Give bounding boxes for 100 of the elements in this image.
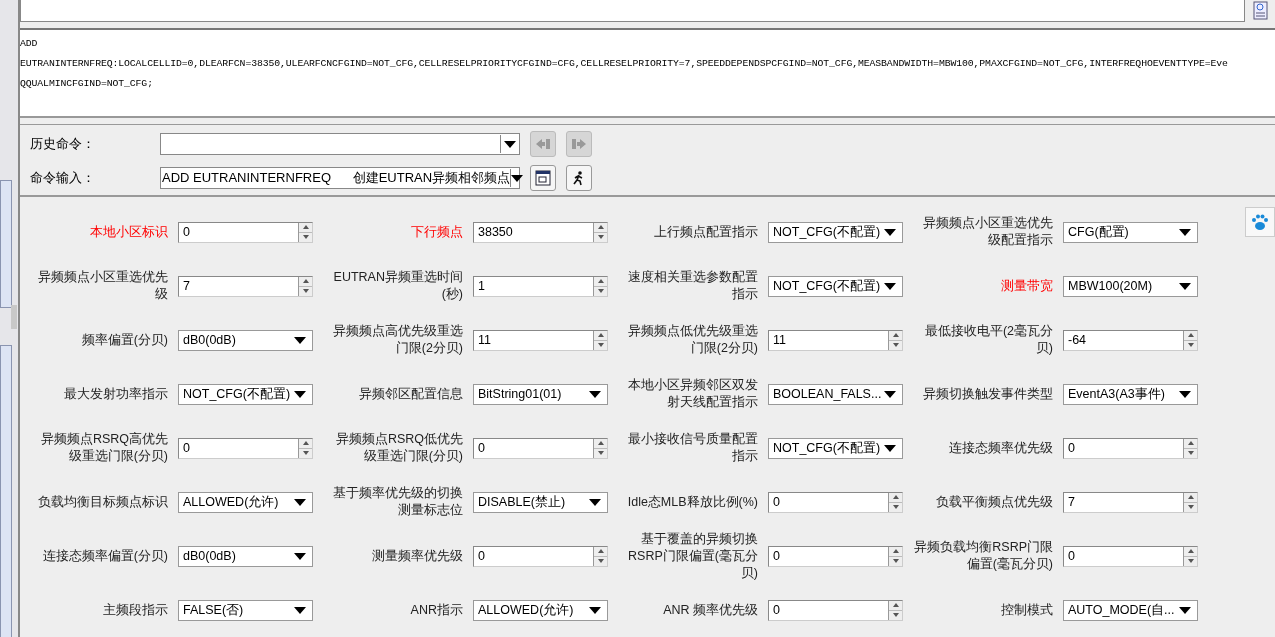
paw-icon[interactable] <box>1245 207 1275 237</box>
number-spinner[interactable]: 11 <box>768 329 903 351</box>
spin-up-icon[interactable] <box>597 225 604 229</box>
spin-down-icon[interactable] <box>892 613 899 617</box>
spin-up-icon[interactable] <box>892 495 899 499</box>
spin-down-icon[interactable] <box>1187 505 1194 509</box>
number-spinner[interactable]: 1 <box>473 275 608 297</box>
scrollbar[interactable] <box>0 345 12 637</box>
dropdown[interactable]: CFG(配置) <box>1063 221 1198 243</box>
caret-icon <box>589 498 601 506</box>
spin-up-icon[interactable] <box>597 279 604 283</box>
dropdown[interactable]: MBW100(20M) <box>1063 275 1198 297</box>
dropdown[interactable]: dB0(0dB) <box>178 545 313 567</box>
right-arrow-icon <box>571 137 587 151</box>
number-spinner[interactable]: 38350 <box>473 221 608 243</box>
spin-up-icon[interactable] <box>1187 549 1194 553</box>
spin-up-icon[interactable] <box>892 603 899 607</box>
number-spinner[interactable]: 7 <box>1063 491 1198 513</box>
history-combobox[interactable] <box>160 133 520 155</box>
command-preview-area[interactable] <box>20 28 1275 118</box>
spin-down-icon[interactable] <box>892 505 899 509</box>
spin-up-icon[interactable] <box>892 333 899 337</box>
spin-up-icon[interactable] <box>1187 495 1194 499</box>
spin-down-icon[interactable] <box>892 343 899 347</box>
spin-up-icon[interactable] <box>1187 333 1194 337</box>
spin-up-icon[interactable] <box>597 549 604 553</box>
spin-up-icon[interactable] <box>1187 441 1194 445</box>
parameter-label: 异频负载均衡RSRP门限偏置(毫瓦分贝) <box>913 539 1053 573</box>
dropdown[interactable]: NOT_CFG(不配置) <box>768 221 903 243</box>
number-spinner[interactable]: 0 <box>473 437 608 459</box>
parameter-label: ANR 频率优先级 <box>662 601 758 619</box>
dropdown[interactable]: NOT_CFG(不配置) <box>178 383 313 405</box>
scrollbar[interactable] <box>0 180 12 308</box>
number-spinner[interactable]: 0 <box>1063 545 1198 567</box>
spin-down-icon[interactable] <box>597 289 604 293</box>
spin-up-icon[interactable] <box>597 333 604 337</box>
parameter-label: 下行频点 <box>410 223 463 241</box>
spin-up-icon[interactable] <box>892 549 899 553</box>
document-icon[interactable] <box>1253 1 1269 21</box>
dropdown[interactable]: dB0(0dB) <box>178 329 313 351</box>
window-icon <box>535 170 551 186</box>
run-button[interactable] <box>566 165 592 191</box>
dropdown[interactable]: AUTO_MODE(自... <box>1063 599 1198 621</box>
dropdown[interactable]: BOOLEAN_FALS... <box>768 383 903 405</box>
number-spinner[interactable]: 0 <box>178 437 313 459</box>
parameter-label: Idle态MLB释放比例(%) <box>626 493 758 511</box>
parameter-label: 最低接收电平(2毫瓦分贝) <box>923 323 1053 357</box>
parameter-label: 上行频点配置指示 <box>653 223 758 241</box>
dropdown[interactable]: NOT_CFG(不配置) <box>768 437 903 459</box>
spin-up-icon[interactable] <box>597 441 604 445</box>
parameter-label: 异频频点低优先级重选门限(2分贝) <box>627 323 758 357</box>
dropdown[interactable]: NOT_CFG(不配置) <box>768 275 903 297</box>
number-spinner[interactable]: -64 <box>1063 329 1198 351</box>
caret-icon <box>884 282 896 290</box>
number-spinner[interactable]: 0 <box>178 221 313 243</box>
number-spinner[interactable]: 7 <box>178 275 313 297</box>
parameter-label: 基于覆盖的异频切换RSRP门限偏置(毫瓦分贝) <box>627 530 758 582</box>
spin-down-icon[interactable] <box>597 235 604 239</box>
spin-down-icon[interactable] <box>1187 343 1194 347</box>
parameter-label: 测量频率优先级 <box>371 547 463 565</box>
dropdown[interactable]: DISABLE(禁止) <box>473 491 608 513</box>
caret-icon <box>884 390 896 398</box>
dropdown[interactable]: ALLOWED(允许) <box>178 491 313 513</box>
spin-down-icon[interactable] <box>302 235 309 239</box>
number-spinner[interactable]: 11 <box>473 329 608 351</box>
dropdown[interactable]: EventA3(A3事件) <box>1063 383 1198 405</box>
spin-up-icon[interactable] <box>302 441 309 445</box>
dropdown[interactable]: BitString01(01) <box>473 383 608 405</box>
spin-down-icon[interactable] <box>1187 451 1194 455</box>
parameter-label: 主频段指示 <box>102 601 168 619</box>
caret-icon <box>294 498 306 506</box>
parameter-label: 异频频点RSRQ低优先级重选门限(分贝) <box>334 431 463 465</box>
parameter-label: 异频邻区配置信息 <box>358 385 463 403</box>
caret-icon <box>294 390 306 398</box>
spin-down-icon[interactable] <box>302 451 309 455</box>
number-spinner[interactable]: 0 <box>473 545 608 567</box>
spin-up-icon[interactable] <box>302 225 309 229</box>
command-input-combobox[interactable]: ADD EUTRANINTERNFREQ 创建EUTRAN异频相邻频点 <box>160 167 520 189</box>
window-button[interactable] <box>530 165 556 191</box>
spin-down-icon[interactable] <box>302 289 309 293</box>
number-spinner[interactable]: 0 <box>768 491 903 513</box>
parameter-label: 负载均衡目标频点标识 <box>37 493 168 511</box>
dropdown[interactable]: ALLOWED(允许) <box>473 599 608 621</box>
left-arrow-icon <box>535 137 551 151</box>
parameter-label: 最大发射功率指示 <box>63 385 168 403</box>
dropdown[interactable]: FALSE(否) <box>178 599 313 621</box>
parameter-label: 本地小区异频邻区双发射天线配置指示 <box>627 377 758 411</box>
splitter-handle[interactable] <box>11 305 17 329</box>
caret-icon <box>1179 282 1191 290</box>
number-spinner[interactable]: 0 <box>768 599 903 621</box>
number-spinner[interactable]: 0 <box>1063 437 1198 459</box>
text-area[interactable] <box>20 0 1245 22</box>
spin-down-icon[interactable] <box>597 559 604 563</box>
spin-down-icon[interactable] <box>597 343 604 347</box>
spin-down-icon[interactable] <box>597 451 604 455</box>
spin-down-icon[interactable] <box>1187 559 1194 563</box>
spin-down-icon[interactable] <box>892 559 899 563</box>
history-label: 历史命令： <box>30 135 96 153</box>
spin-up-icon[interactable] <box>302 279 309 283</box>
number-spinner[interactable]: 0 <box>768 545 903 567</box>
